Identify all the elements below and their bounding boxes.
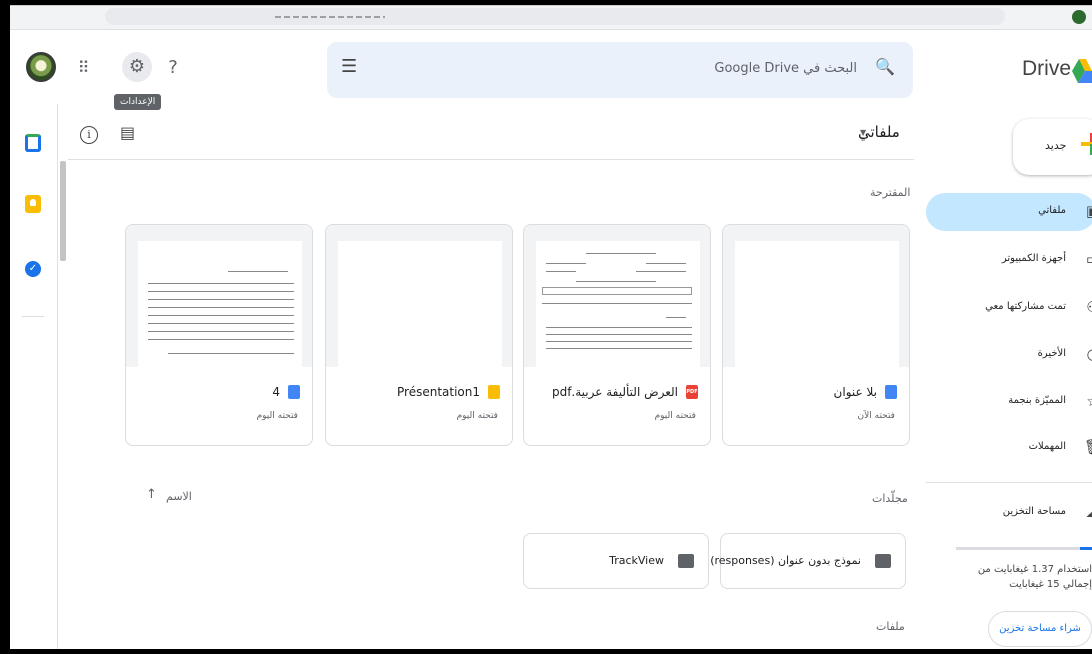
- scrollbar[interactable]: [60, 161, 66, 261]
- sidebar-item-label: الأخيرة: [1037, 348, 1066, 359]
- file-opened: فتحته اليوم: [654, 411, 696, 421]
- keep-icon[interactable]: [25, 195, 41, 213]
- sidebar-item-label: المميّزة بنجمة: [1008, 395, 1066, 406]
- file-name: العرض التأليفة عربية.pdf: [551, 385, 678, 399]
- page-preview: [536, 241, 700, 367]
- sidebar-item-label: أجهزة الكمبيوتر: [1001, 253, 1066, 264]
- pdf-icon: PDF: [686, 385, 698, 399]
- tasks-icon[interactable]: ✓: [25, 261, 41, 277]
- file-opened: فتحته اليوم: [456, 411, 498, 421]
- sort-by-name[interactable]: الاسم: [166, 490, 192, 503]
- recent-icon: ◷: [1084, 345, 1092, 363]
- address-text: [275, 16, 385, 18]
- page-preview: [138, 241, 302, 367]
- chevron-down-icon[interactable]: ▼: [860, 128, 866, 137]
- new-button-label: جديد: [1045, 139, 1067, 152]
- file-thumbnail: [326, 225, 512, 367]
- page-preview: [735, 241, 899, 367]
- docs-icon: [288, 385, 300, 399]
- my-drive-icon: ▣: [1084, 202, 1092, 220]
- computer-icon: ▭: [1084, 250, 1092, 268]
- cloud-icon: ☁: [1084, 503, 1092, 521]
- sidebar-item-label: مساحة التخزين: [1002, 506, 1066, 517]
- side-apps-panel: ✓: [10, 104, 58, 649]
- file-thumbnail: [524, 225, 710, 367]
- file-card[interactable]: بلا عنوان فتحته الآن: [722, 224, 910, 446]
- info-icon[interactable]: i: [80, 126, 98, 144]
- folder-icon: [678, 554, 694, 568]
- divider: [926, 482, 1092, 483]
- file-thumbnail: [723, 225, 909, 367]
- folders-heading: مجلّدات: [872, 492, 908, 505]
- storage-usage-text: استخدام 1.37 غيغابايت من إجمالي 15 غيغاب…: [977, 564, 1092, 590]
- app-title: Drive: [1022, 57, 1072, 80]
- folder-name: نموذج بدون عنوان (responses) ...: [696, 554, 861, 567]
- panel-divider: [22, 316, 44, 317]
- drive-logo-icon: [1072, 59, 1092, 83]
- filter-icon[interactable]: ☰: [341, 56, 357, 77]
- files-heading: ملفات: [876, 620, 905, 633]
- list-view-icon[interactable]: ▤: [120, 123, 135, 142]
- sort-arrow-icon[interactable]: ↑: [146, 487, 157, 502]
- folder-icon: [875, 554, 891, 568]
- docs-icon: [885, 385, 897, 399]
- folder-item[interactable]: TrackView: [523, 533, 709, 589]
- new-button[interactable]: جديد: [1013, 119, 1092, 175]
- settings-tooltip: الإعدادات: [114, 94, 162, 110]
- sidebar-item-computers[interactable]: ▭ أجهزة الكمبيوتر: [926, 241, 1092, 279]
- browser-top-strip: [10, 6, 1092, 30]
- file-name: 4: [272, 385, 280, 399]
- shared-icon: ⚇: [1084, 298, 1092, 316]
- storage-progress-fill: [1079, 547, 1092, 550]
- file-name: Présentation1: [397, 385, 480, 399]
- page-preview: [338, 241, 502, 367]
- sidebar-item-starred[interactable]: ☆ المميّزة بنجمة: [926, 383, 1092, 421]
- suggested-heading: المقترحة: [870, 186, 911, 199]
- calendar-icon[interactable]: [25, 134, 41, 152]
- browser-profile-icon[interactable]: [1072, 10, 1086, 24]
- folder-item[interactable]: نموذج بدون عنوان (responses) ...: [696, 533, 906, 589]
- sidebar-item-storage[interactable]: ☁ مساحة التخزين: [926, 494, 1092, 532]
- sidebar-item-label: المهملات: [1028, 441, 1066, 452]
- slides-icon: [488, 385, 500, 399]
- sidebar-item-label: ملفاتي: [1038, 205, 1066, 216]
- sidebar-item-label: تمت مشاركتها معي: [985, 301, 1066, 312]
- file-opened: فتحته اليوم: [256, 411, 298, 421]
- plus-icon: [1081, 133, 1092, 155]
- settings-icon[interactable]: ⚙: [122, 52, 152, 82]
- file-opened: فتحته الآن: [857, 411, 895, 421]
- storage-progress: [956, 547, 1092, 550]
- trash-icon: 🗑: [1084, 438, 1092, 456]
- file-card[interactable]: 4 فتحته اليوم: [125, 224, 313, 446]
- address-bar[interactable]: [105, 8, 1005, 25]
- sidebar-item-trash[interactable]: 🗑 المهملات: [926, 429, 1092, 467]
- search-input[interactable]: ☰ البحث في Google Drive 🔍: [327, 42, 913, 98]
- file-card[interactable]: PDF العرض التأليفة عربية.pdf فتحته اليوم: [523, 224, 711, 446]
- help-icon[interactable]: ?: [160, 55, 186, 81]
- avatar[interactable]: [26, 52, 56, 82]
- folder-name: TrackView: [609, 554, 664, 567]
- apps-icon[interactable]: ⠿: [70, 55, 96, 81]
- file-card[interactable]: Présentation1 فتحته اليوم: [325, 224, 513, 446]
- drive-window: ⠿ ⚙ ? الإعدادات ☰ البحث في Google Drive …: [10, 5, 1092, 649]
- file-name: بلا عنوان: [833, 385, 877, 399]
- search-icon[interactable]: 🔍: [875, 57, 895, 76]
- sidebar-item-recent[interactable]: ◷ الأخيرة: [926, 336, 1092, 374]
- sidebar-item-my-drive[interactable]: ▣ ملفاتي: [926, 193, 1092, 231]
- buy-storage-button[interactable]: شراء مساحة تخزين: [988, 611, 1092, 647]
- header: ⠿ ⚙ ? الإعدادات ☰ البحث في Google Drive …: [10, 32, 1092, 110]
- star-icon: ☆: [1084, 392, 1092, 410]
- file-thumbnail: [126, 225, 312, 367]
- sidebar-item-shared[interactable]: ⚇ تمت مشاركتها معي: [926, 289, 1092, 327]
- divider: [68, 159, 914, 160]
- search-placeholder: البحث في Google Drive: [714, 61, 857, 76]
